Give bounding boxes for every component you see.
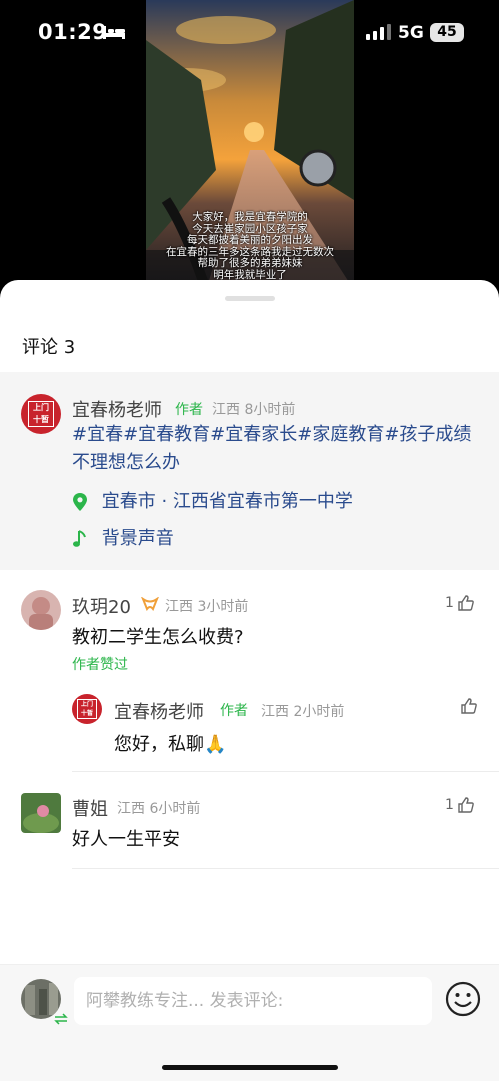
commenter-name[interactable]: 玖玥20 — [72, 593, 131, 619]
comments-count: 评论 3 — [22, 337, 76, 358]
network-type: 5G — [398, 23, 424, 43]
subtitle-line: 每天都披着美丽的夕阳出发 — [187, 234, 313, 246]
post-meta: 江西 8小时前 — [212, 402, 296, 418]
thumbs-up-icon — [458, 595, 474, 611]
avatar-image — [21, 590, 61, 630]
status-bar: 01:29 5G 45 — [0, 0, 499, 64]
comment-text: 好人一生平安 — [72, 829, 180, 850]
comment-text: 教初二学生怎么收费? — [72, 627, 244, 648]
reply-like-button[interactable] — [460, 697, 478, 715]
sheet-drag-handle[interactable] — [225, 296, 275, 301]
avatar-image — [21, 793, 61, 833]
thumbs-up-icon — [458, 797, 474, 813]
author-liked-label: 作者赞过 — [72, 657, 128, 673]
cellular-signal-icon — [366, 24, 391, 40]
comment-input[interactable]: 阿攀教练专注... 发表评论: — [74, 977, 432, 1025]
location-row[interactable]: 宜春市 · 江西省宜春市第一中学 — [72, 487, 353, 513]
reply-meta: 江西 2小时前 — [261, 704, 345, 720]
reply-author-name[interactable]: 宜春杨老师 — [114, 698, 204, 724]
location-pin-icon — [73, 493, 87, 511]
reply-author-tag: 作者 — [220, 703, 248, 719]
author-tag: 作者 — [175, 402, 203, 418]
emoji-icon[interactable] — [445, 981, 481, 1017]
video-subtitle: 大家好，我是宜春学院的 今天去崔家园小区孩子家 每天都披着美丽的夕阳出发 在宜春… — [146, 211, 354, 281]
divider — [72, 771, 499, 772]
thumbs-up-icon — [461, 698, 477, 714]
comment-meta: 江西 3小时前 — [165, 599, 249, 615]
reply-text: 您好，私聊🙏 — [114, 734, 227, 755]
music-row[interactable]: 背景声音 — [72, 524, 174, 550]
comment-meta: 江西 6小时前 — [117, 801, 201, 817]
like-count: 1 — [445, 595, 454, 611]
subtitle-line: 大家好，我是宜春学院的 — [192, 211, 308, 223]
commenter-avatar[interactable] — [21, 590, 61, 630]
like-count: 1 — [445, 797, 454, 813]
home-indicator[interactable] — [162, 1065, 338, 1070]
avatar-logo: 上门 十暂 — [77, 699, 97, 719]
comment-composer: 阿攀教练专注... 发表评论: — [0, 964, 499, 1081]
status-time: 01:29 — [38, 20, 108, 44]
author-avatar[interactable]: 上门 十暂 — [21, 394, 61, 434]
author-name[interactable]: 宜春杨老师 — [72, 396, 162, 422]
subtitle-line: 帮助了很多的弟弟妹妹 — [197, 257, 303, 269]
commenter-name[interactable]: 曹姐 — [72, 795, 108, 821]
location-text: 宜春市 · 江西省宜春市第一中学 — [101, 491, 353, 512]
avatar-logo: 上门 十暂 — [28, 401, 54, 427]
hashtags[interactable]: #宜春#宜春教育#宜春家长#家庭教育#孩子成绩不理想怎么办 — [72, 421, 482, 477]
divider — [72, 868, 499, 869]
music-text: 背景声音 — [101, 528, 174, 549]
like-button[interactable]: 1 — [445, 796, 475, 814]
reply-author-avatar[interactable]: 上门 十暂 — [72, 694, 102, 724]
vip-badge-icon — [141, 597, 159, 611]
battery-indicator: 45 — [430, 23, 464, 42]
music-note-icon — [73, 530, 86, 547]
commenter-avatar[interactable] — [21, 793, 61, 833]
like-button[interactable]: 1 — [445, 594, 475, 612]
switch-account-icon[interactable] — [54, 1013, 68, 1025]
sleep-focus-icon — [103, 26, 125, 39]
